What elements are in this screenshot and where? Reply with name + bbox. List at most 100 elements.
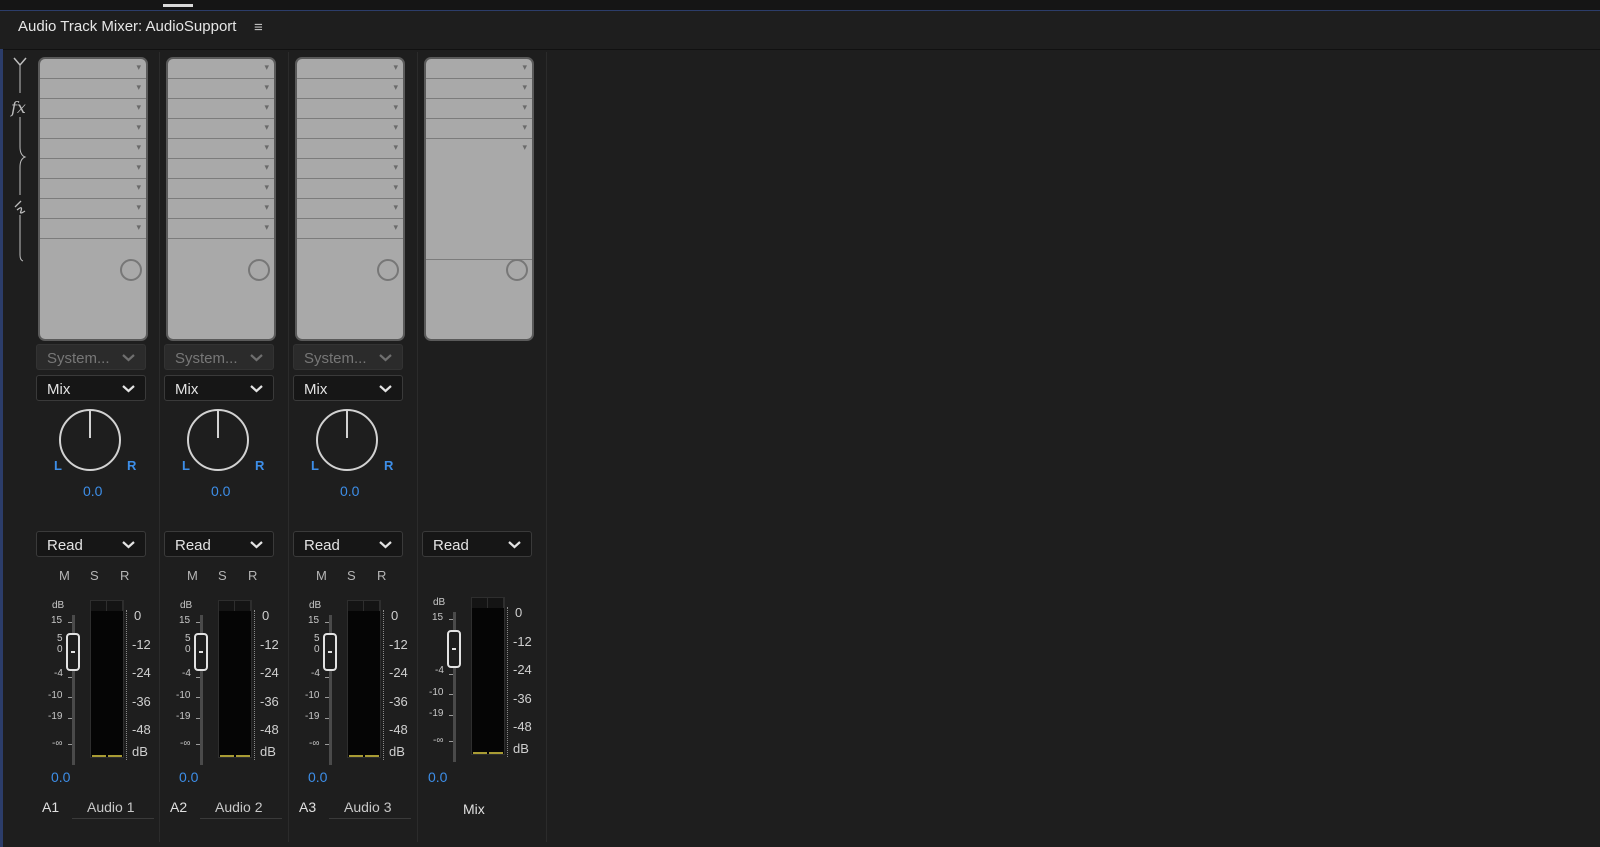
fx-slot[interactable]: [168, 99, 274, 119]
fx-slot[interactable]: [297, 79, 403, 99]
send-slot[interactable]: [40, 219, 146, 239]
output-select[interactable]: Mix: [293, 375, 403, 401]
volume-fader-handle[interactable]: [323, 633, 337, 671]
solo-button[interactable]: S: [90, 568, 99, 583]
fx-rack[interactable]: [295, 57, 405, 341]
meter-scale-label: -24: [389, 665, 408, 680]
meter-scale-label: -36: [389, 694, 408, 709]
send-slot[interactable]: [40, 179, 146, 199]
record-button[interactable]: R: [120, 568, 129, 583]
track-name[interactable]: Audio 2: [215, 799, 262, 815]
input-select[interactable]: System...: [293, 344, 403, 370]
peak-indicator-right[interactable]: [107, 601, 123, 611]
send-slot[interactable]: [40, 159, 146, 179]
fx-slot[interactable]: [426, 59, 532, 79]
volume-value[interactable]: 0.0: [428, 769, 447, 785]
send-slot[interactable]: [168, 139, 274, 159]
peak-indicator-right[interactable]: [488, 598, 504, 608]
fx-slot[interactable]: [168, 79, 274, 99]
solo-button[interactable]: S: [347, 568, 356, 583]
meter-scale-label: -12: [513, 634, 532, 649]
send-slot[interactable]: [297, 199, 403, 219]
mute-button[interactable]: M: [316, 568, 327, 583]
automation-mode-select[interactable]: Read: [293, 531, 403, 557]
send-slot[interactable]: [40, 199, 146, 219]
fx-slot[interactable]: [426, 139, 532, 159]
output-select-value: Mix: [175, 381, 199, 398]
send-level-knob[interactable]: [248, 259, 270, 281]
solo-button[interactable]: S: [218, 568, 227, 583]
mute-button[interactable]: M: [187, 568, 198, 583]
volume-fader-handle[interactable]: [66, 633, 80, 671]
fx-rack[interactable]: [166, 57, 276, 341]
fx-rack[interactable]: [38, 57, 148, 341]
pan-knob[interactable]: [59, 409, 121, 471]
peak-indicator-right[interactable]: [235, 601, 251, 611]
sends-icon[interactable]: [14, 200, 26, 214]
fx-slot[interactable]: [40, 79, 146, 99]
fx-slot[interactable]: [40, 59, 146, 79]
send-slot[interactable]: [297, 179, 403, 199]
fx-slot[interactable]: [426, 79, 532, 99]
send-slot[interactable]: [40, 139, 146, 159]
top-tab-bar: [0, 0, 1600, 11]
output-select[interactable]: Mix: [36, 375, 146, 401]
send-level-knob[interactable]: [377, 259, 399, 281]
hamburger-menu-icon[interactable]: ≡: [254, 19, 263, 36]
fx-slot[interactable]: [297, 59, 403, 79]
mute-button[interactable]: M: [59, 568, 70, 583]
fader-tick: [325, 622, 329, 623]
fx-slot[interactable]: [426, 119, 532, 139]
track-name[interactable]: Audio 1: [87, 799, 134, 815]
meter-scale-line: [126, 610, 130, 760]
peak-indicator-left[interactable]: [219, 601, 235, 611]
send-level-knob[interactable]: [506, 259, 528, 281]
fader-scale-label: 5: [57, 633, 63, 644]
peak-indicator-left[interactable]: [472, 598, 488, 608]
fx-slot[interactable]: [297, 119, 403, 139]
peak-indicator-left[interactable]: [348, 601, 364, 611]
fader-scale-unit: dB: [433, 597, 446, 608]
automation-mode-select[interactable]: Read: [36, 531, 146, 557]
fx-rack[interactable]: [424, 57, 534, 341]
pan-knob[interactable]: [187, 409, 249, 471]
send-slot[interactable]: [168, 219, 274, 239]
output-select[interactable]: Mix: [164, 375, 274, 401]
automation-mode-select[interactable]: Read: [164, 531, 274, 557]
send-level-knob[interactable]: [120, 259, 142, 281]
fx-slot[interactable]: [297, 99, 403, 119]
send-slot[interactable]: [168, 179, 274, 199]
peak-indicator-right[interactable]: [364, 601, 380, 611]
fx-slot[interactable]: [426, 99, 532, 119]
record-button[interactable]: R: [377, 568, 386, 583]
send-slot[interactable]: [297, 139, 403, 159]
fx-slot[interactable]: [168, 59, 274, 79]
volume-fader-handle[interactable]: [194, 633, 208, 671]
fader-scale-label: -10: [176, 690, 191, 701]
automation-mode-select[interactable]: Read: [422, 531, 532, 557]
fx-slot[interactable]: [168, 119, 274, 139]
input-select[interactable]: System...: [164, 344, 274, 370]
input-icon[interactable]: [13, 57, 27, 93]
volume-fader-handle[interactable]: [447, 630, 461, 668]
panel-focus-border: [0, 49, 3, 847]
volume-value[interactable]: 0.0: [51, 769, 70, 785]
pan-value[interactable]: 0.0: [83, 483, 102, 499]
meter-floor-right: [236, 755, 250, 757]
send-slot[interactable]: [168, 199, 274, 219]
input-select[interactable]: System...: [36, 344, 146, 370]
pan-knob[interactable]: [316, 409, 378, 471]
send-slot[interactable]: [168, 159, 274, 179]
volume-value[interactable]: 0.0: [308, 769, 327, 785]
volume-value[interactable]: 0.0: [179, 769, 198, 785]
send-slot[interactable]: [297, 159, 403, 179]
record-button[interactable]: R: [248, 568, 257, 583]
peak-indicator-left[interactable]: [91, 601, 107, 611]
send-slot[interactable]: [297, 219, 403, 239]
fx-slot[interactable]: [40, 99, 146, 119]
fx-icon[interactable]: fx: [11, 98, 26, 117]
pan-value[interactable]: 0.0: [340, 483, 359, 499]
fx-slot[interactable]: [40, 119, 146, 139]
pan-value[interactable]: 0.0: [211, 483, 230, 499]
track-name[interactable]: Audio 3: [344, 799, 391, 815]
